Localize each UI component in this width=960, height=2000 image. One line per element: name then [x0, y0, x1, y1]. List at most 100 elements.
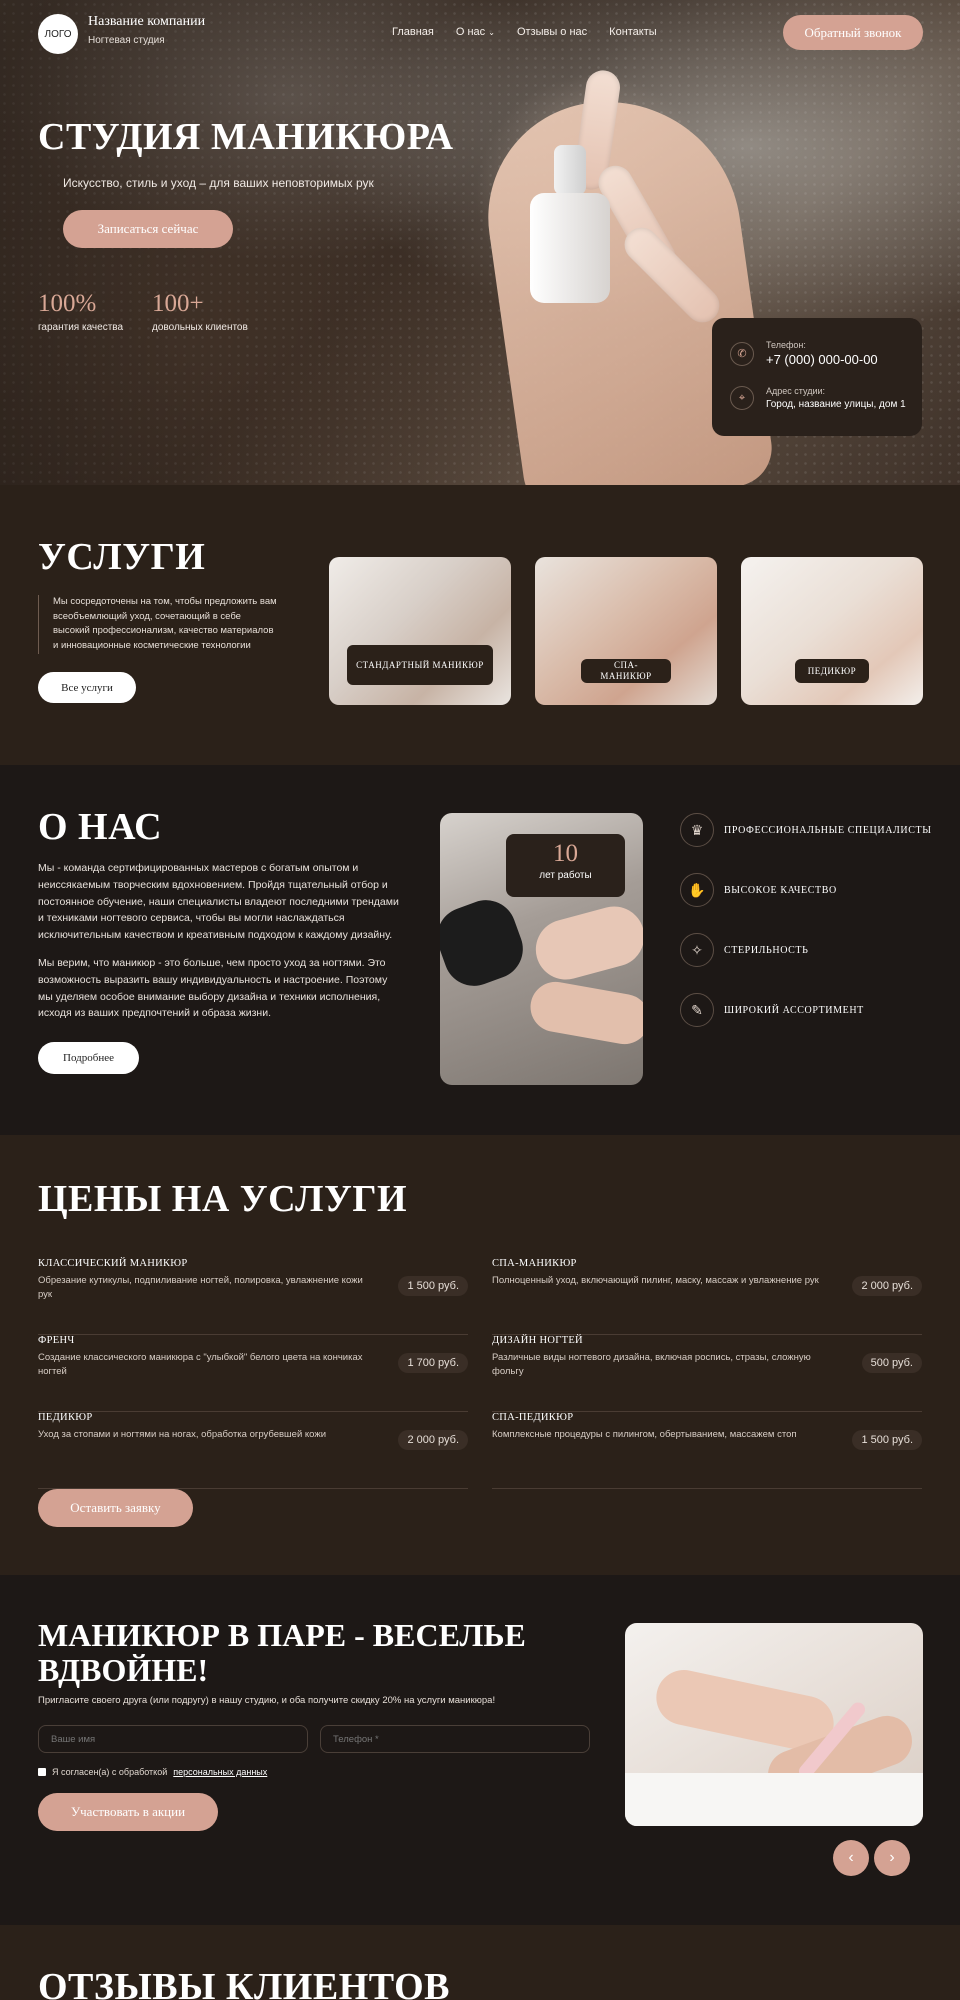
price-item-price: 2 000 руб.: [852, 1276, 922, 1296]
privacy-link[interactable]: персональных данных: [173, 1767, 267, 1777]
about-section: О нас Мы - команда сертифицированных мас…: [0, 765, 960, 1135]
prices-section: Цены на услуги Классический маникюр Обре…: [0, 1135, 960, 1575]
next-arrow-button[interactable]: ›: [874, 1840, 910, 1876]
hero-subtitle: Искусство, стиль и уход – для ваших непо…: [63, 176, 374, 190]
sterility-icon: ✧: [680, 933, 714, 967]
feature-item: ✋ Высокое качество: [680, 873, 837, 907]
price-item-name: СПА-педикюр: [492, 1412, 574, 1423]
feature-label: Профессиональные специалисты: [724, 824, 932, 836]
price-item: СПА-маникюр Полноценный уход, включающий…: [492, 1258, 922, 1335]
address-label: Адрес студии:: [766, 386, 825, 396]
price-item-price: 1 700 руб.: [398, 1353, 468, 1373]
assortment-icon: ✎: [680, 993, 714, 1027]
service-card-standard[interactable]: Стандартный маникюр: [329, 557, 511, 705]
price-item-price: 1 500 руб.: [852, 1430, 922, 1450]
price-item-desc: Уход за стопами и ногтями на ногах, обра…: [38, 1429, 326, 1440]
price-item-price: 500 руб.: [861, 1353, 922, 1373]
price-item-desc: Полноценный уход, включающий пилинг, мас…: [492, 1275, 819, 1286]
services-section: Услуги Мы сосредоточены на том, чтобы пр…: [0, 485, 960, 765]
chevron-left-icon: ‹: [848, 1849, 854, 1866]
hero-title: СТУДИЯ МАНИКЮРА: [38, 116, 454, 158]
price-item-name: Дизайн ногтей: [492, 1335, 583, 1346]
logo[interactable]: ЛОГО: [38, 14, 78, 54]
promo-section: Маникюр в паре - веселье вдвойне! Пригла…: [0, 1575, 960, 1925]
services-description: Мы сосредоточены на том, чтобы предложит…: [38, 595, 278, 654]
service-card-spa[interactable]: СПА-маникюр: [535, 557, 717, 705]
quality-icon: ✋: [680, 873, 714, 907]
price-item-desc: Различные виды ногтевого дизайна, включа…: [492, 1352, 811, 1378]
stat-value: 100%: [38, 290, 97, 317]
years-badge: 10 лет работы: [506, 834, 625, 897]
price-item-desc: Комплексные процедуры с пилингом, оберты…: [492, 1429, 797, 1440]
service-card-pedicure[interactable]: Педикюр: [741, 557, 923, 705]
location-icon: ⌖: [730, 386, 754, 410]
price-item-name: Педикюр: [38, 1412, 93, 1423]
reviews-title: Отзывы клиентов: [38, 1966, 451, 2000]
about-paragraph: Мы - команда сертифицированных мастеров …: [38, 862, 399, 942]
price-item: Дизайн ногтей Различные виды ногтевого д…: [492, 1335, 922, 1412]
more-button[interactable]: Подробнее: [38, 1042, 139, 1074]
consent-checkbox[interactable]: [38, 1768, 46, 1776]
services-title: Услуги: [38, 536, 206, 578]
years-label: лет работы: [539, 870, 592, 881]
specialists-icon: ♛: [680, 813, 714, 847]
callback-button[interactable]: Обратный звонок: [783, 15, 923, 50]
service-card-label: СПА-маникюр: [581, 659, 671, 683]
price-item-name: Френч: [38, 1335, 75, 1346]
consent-checkbox-row[interactable]: Я согласен(а) с обработкой персональных …: [38, 1767, 267, 1777]
price-item-name: СПА-маникюр: [492, 1258, 577, 1269]
chevron-right-icon: ›: [889, 1849, 895, 1866]
reviews-section: Отзывы клиентов: [0, 1925, 960, 2000]
phone-input[interactable]: [320, 1725, 590, 1753]
stat-label: гарантия качества: [38, 322, 124, 333]
stat-quality: 100% гарантия качества: [38, 290, 123, 333]
chevron-down-icon: ⌄: [488, 28, 495, 37]
book-now-button[interactable]: Записаться сейчас: [63, 210, 233, 248]
price-item: СПА-педикюр Комплексные процедуры с пили…: [492, 1412, 922, 1489]
feature-item: ♛ Профессиональные специалисты: [680, 813, 932, 847]
years-value: 10: [553, 840, 578, 867]
price-item: Классический маникюр Обрезание кутикулы,…: [38, 1258, 468, 1335]
company-subtitle: Ногтевая студия: [88, 35, 165, 46]
consent-text: Я согласен(а) с обработкой: [52, 1767, 168, 1777]
feature-item: ✧ Стерильность: [680, 933, 808, 967]
contact-card: ✆ Телефон: +7 (000) 000-00-00 ⌖ Адрес ст…: [712, 318, 922, 436]
join-promo-button[interactable]: Участвовать в акции: [38, 1793, 218, 1831]
order-button[interactable]: Оставить заявку: [38, 1489, 193, 1527]
prev-arrow-button[interactable]: ‹: [833, 1840, 869, 1876]
phone-value: +7 (000) 000-00-00: [766, 352, 878, 367]
stat-clients: 100+ довольных клиентов: [152, 290, 248, 333]
price-item: Педикюр Уход за стопами и ногтями на ног…: [38, 1412, 468, 1489]
promo-image: [625, 1623, 923, 1826]
about-title: О нас: [38, 806, 163, 848]
service-card-label: Педикюр: [795, 659, 869, 683]
nav-item-contacts[interactable]: Контакты: [609, 26, 657, 38]
price-item-price: 1 500 руб.: [398, 1276, 468, 1296]
name-input[interactable]: [38, 1725, 308, 1753]
address-value: Город, название улицы, дом 1: [766, 399, 906, 410]
all-services-button[interactable]: Все услуги: [38, 672, 136, 703]
service-card-label: Стандартный маникюр: [347, 645, 493, 685]
stat-value: 100+: [152, 290, 204, 317]
prices-title: Цены на услуги: [38, 1178, 408, 1220]
price-item-price: 2 000 руб.: [398, 1430, 468, 1450]
contact-address: ⌖ Адрес студии: Город, название улицы, д…: [730, 386, 906, 410]
hero-section: ЛОГО Название компании Ногтевая студия Г…: [0, 0, 960, 485]
feature-label: Широкий ассортимент: [724, 1004, 864, 1016]
phone-icon: ✆: [730, 341, 754, 366]
nav-item-home[interactable]: Главная: [392, 26, 434, 38]
feature-label: Стерильность: [724, 944, 809, 956]
promo-title: Маникюр в паре - веселье вдвойне!: [38, 1617, 526, 1689]
price-item-name: Классический маникюр: [38, 1258, 188, 1269]
price-item-desc: Создание классического маникюра с "улыбк…: [38, 1352, 363, 1378]
nav-item-reviews[interactable]: Отзывы о нас: [517, 26, 587, 38]
main-nav: Главная О нас ⌄ Отзывы о нас Контакты: [392, 26, 657, 38]
contact-phone[interactable]: ✆ Телефон: +7 (000) 000-00-00: [730, 340, 878, 367]
stat-label: довольных клиентов: [152, 322, 248, 333]
feature-label: Высокое качество: [724, 884, 837, 896]
company-name: Название компании: [88, 14, 206, 29]
nav-item-about[interactable]: О нас ⌄: [456, 26, 495, 38]
about-paragraph: Мы верим, что маникюр - это больше, чем …: [38, 957, 388, 1020]
feature-item: ✎ Широкий ассортимент: [680, 993, 864, 1027]
price-item-desc: Обрезание кутикулы, подпиливание ногтей,…: [38, 1275, 363, 1301]
